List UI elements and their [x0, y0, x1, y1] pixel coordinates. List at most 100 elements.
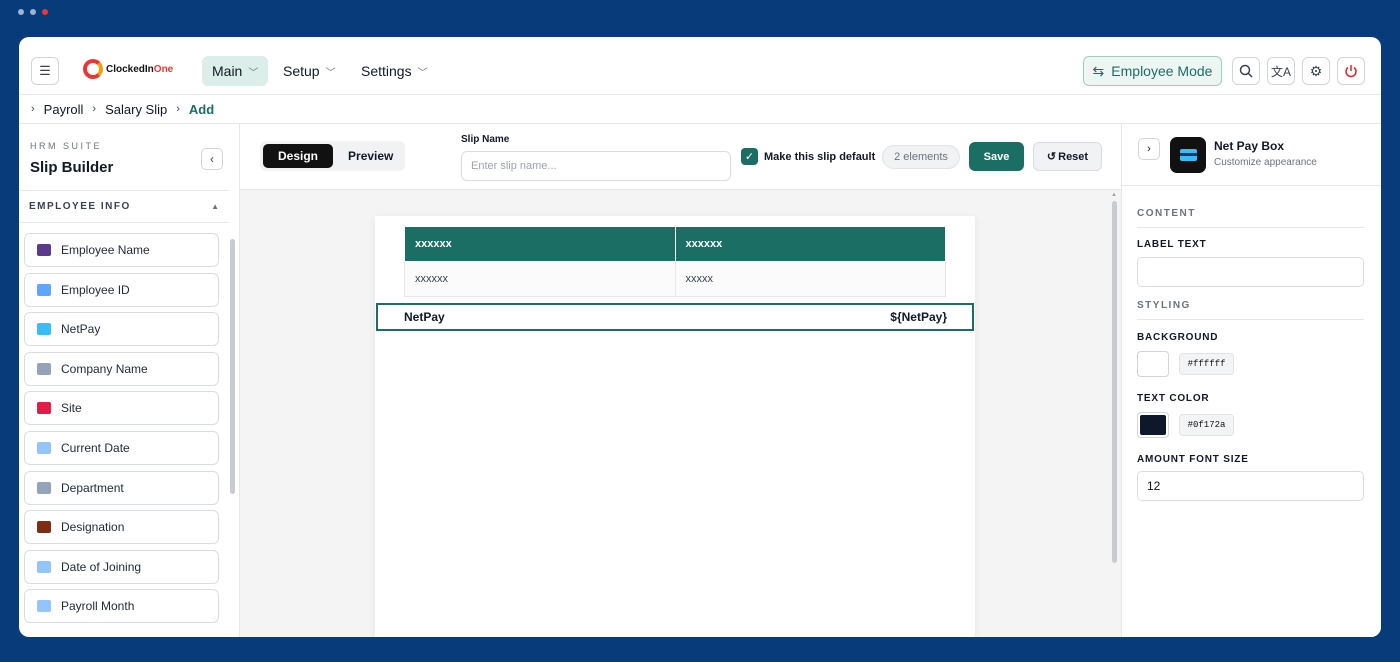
scroll-up-icon[interactable]: ▲ — [1111, 192, 1117, 198]
reset-label: Reset — [1058, 150, 1089, 163]
slip-canvas[interactable]: xxxxxx xxxxxx xxxxxx xxxxx NetPay ${NetP… — [375, 216, 975, 637]
design-area: Design Preview Slip Name ✓ Make this sli… — [240, 124, 1121, 637]
label-text-label: LABEL TEXT — [1137, 239, 1207, 250]
credit-card-icon — [1170, 137, 1206, 173]
sidebar-item-label: Current Date — [61, 440, 130, 455]
breadcrumb-payroll[interactable]: Payroll — [44, 102, 84, 117]
briefcase-icon — [37, 521, 51, 534]
label-text-input[interactable] — [1137, 257, 1364, 287]
save-button[interactable]: Save — [969, 142, 1024, 171]
menu-icon[interactable]: ☰ — [31, 57, 59, 85]
tab-preview[interactable]: Preview — [333, 144, 408, 168]
default-checkbox-label[interactable]: Make this slip default — [764, 151, 875, 163]
background-hex-value[interactable]: #ffffff — [1179, 353, 1234, 375]
text-color-swatch[interactable] — [1137, 412, 1169, 438]
window-dot[interactable] — [30, 9, 36, 15]
sidebar-item-label: Employee ID — [61, 282, 130, 297]
section-title: EMPLOYEE INFO — [29, 201, 131, 212]
table-cell[interactable]: xxxxxx — [404, 261, 676, 297]
triangle-up-icon: ▲ — [211, 202, 219, 211]
calendar-icon — [37, 560, 51, 573]
builder-toolbar: Design Preview Slip Name ✓ Make this sli… — [240, 124, 1121, 190]
expand-panel-button[interactable]: › — [1138, 138, 1160, 160]
reset-icon: ↺ — [1046, 151, 1057, 163]
calendar-icon — [37, 600, 51, 613]
breadcrumb: › Payroll › Salary Slip › Add — [19, 95, 1381, 124]
pin-icon — [37, 402, 51, 415]
sidebar-item-label: Company Name — [61, 361, 148, 376]
window-dot[interactable] — [18, 9, 24, 15]
suite-label: HRM SUITE — [30, 141, 102, 151]
sidebar-item-label: Site — [61, 401, 82, 416]
employee-mode-button[interactable]: ⇆ Employee Mode — [1083, 56, 1222, 86]
breadcrumb-add: Add — [188, 101, 215, 117]
slip-name-label: Slip Name — [461, 134, 510, 145]
background-color-swatch[interactable] — [1137, 351, 1169, 377]
table-row: xxxxxx xxxxx — [404, 261, 946, 297]
sidebar-item[interactable]: Department — [24, 470, 219, 505]
section-header-employee-info[interactable]: EMPLOYEE INFO ▲ — [19, 190, 229, 223]
nav-main-label: Main — [212, 63, 243, 79]
sidebar-item[interactable]: Designation — [24, 510, 219, 545]
id-card-icon — [37, 283, 51, 296]
power-icon[interactable] — [1337, 57, 1365, 85]
netpay-box[interactable]: NetPay ${NetPay} — [376, 303, 974, 331]
amount-font-size-input[interactable] — [1137, 471, 1364, 501]
text-color-label: TEXT COLOR — [1137, 393, 1210, 404]
breadcrumb-salary-slip[interactable]: Salary Slip — [105, 102, 167, 117]
section-content: CONTENT — [1137, 208, 1364, 228]
chevron-right-icon: › — [92, 103, 97, 115]
section-styling: STYLING — [1137, 300, 1364, 320]
panel-title: Net Pay Box — [1214, 139, 1285, 153]
sidebar-item-label: Designation — [61, 520, 125, 535]
sidebar-item-label: NetPay — [61, 322, 101, 337]
canvas-scrollbar[interactable] — [1112, 201, 1117, 563]
employee-mode-label: Employee Mode — [1111, 63, 1213, 79]
table-header-cell[interactable]: xxxxxx — [674, 226, 946, 262]
translate-icon[interactable]: 文A — [1267, 57, 1295, 85]
sidebar-item[interactable]: Payroll Month — [24, 589, 219, 624]
default-checkbox[interactable]: ✓ — [741, 148, 758, 165]
sidebar-title: Slip Builder — [30, 159, 114, 176]
panel-subtitle: Customize appearance — [1214, 157, 1317, 168]
sidebar-item[interactable]: Date of Joining — [24, 549, 219, 584]
window-dot-close[interactable] — [42, 9, 48, 15]
text-color-hex-value[interactable]: #0f172a — [1179, 414, 1234, 436]
chevron-down-icon: ﹀ — [325, 67, 336, 79]
app-window: ☰ ClockedInOne Main ﹀ Setup ﹀ Settings ﹀ ⇆ E… — [19, 37, 1381, 637]
sidebar-scrollbar[interactable] — [230, 239, 235, 494]
nav-setup[interactable]: Setup ﹀ — [273, 56, 346, 86]
credit-card-icon — [37, 323, 51, 336]
sidebar-item-label: Department — [61, 480, 124, 495]
table-header-row: xxxxxx xxxxxx — [404, 226, 946, 262]
gear-icon[interactable]: ⚙ — [1302, 57, 1330, 85]
slip-table[interactable]: xxxxxx xxxxxx xxxxxx xxxxx — [404, 226, 946, 297]
background-label: BACKGROUND — [1137, 332, 1219, 343]
building-icon — [37, 481, 51, 494]
sidebar-item[interactable]: NetPay — [24, 312, 219, 347]
sidebar-item[interactable]: Current Date — [24, 430, 219, 465]
nav-main[interactable]: Main ﹀ — [202, 56, 269, 86]
nav-settings-label: Settings — [361, 63, 412, 79]
sidebar-item[interactable]: Employee ID — [24, 272, 219, 307]
slip-name-input[interactable] — [461, 151, 731, 181]
table-cell[interactable]: xxxxx — [674, 261, 946, 297]
sidebar-item[interactable]: Site — [24, 391, 219, 426]
nav-setup-label: Setup — [283, 63, 320, 79]
table-header-cell[interactable]: xxxxxx — [404, 226, 676, 262]
sidebar-item[interactable]: Company Name — [24, 351, 219, 386]
logo-text: ClockedInOne — [106, 63, 174, 75]
brand-logo[interactable]: ClockedInOne — [83, 59, 173, 79]
sidebar-item[interactable]: Employee Name — [24, 233, 219, 267]
netpay-label: NetPay — [404, 310, 445, 324]
reset-button[interactable]: ↺ Reset — [1033, 142, 1102, 171]
element-sidebar: HRM SUITE Slip Builder ‹ EMPLOYEE INFO ▲… — [19, 124, 240, 637]
search-icon[interactable] — [1232, 57, 1260, 85]
top-nav: ☰ ClockedInOne Main ﹀ Setup ﹀ Settings ﹀ ⇆ E… — [19, 37, 1381, 95]
tab-design[interactable]: Design — [263, 144, 334, 168]
swap-icon: ⇆ — [1092, 62, 1105, 79]
collapse-sidebar-button[interactable]: ‹ — [201, 148, 223, 170]
nav-settings[interactable]: Settings ﹀ — [351, 56, 438, 86]
chevron-down-icon: ﹀ — [248, 67, 259, 79]
calendar-icon — [37, 441, 51, 454]
